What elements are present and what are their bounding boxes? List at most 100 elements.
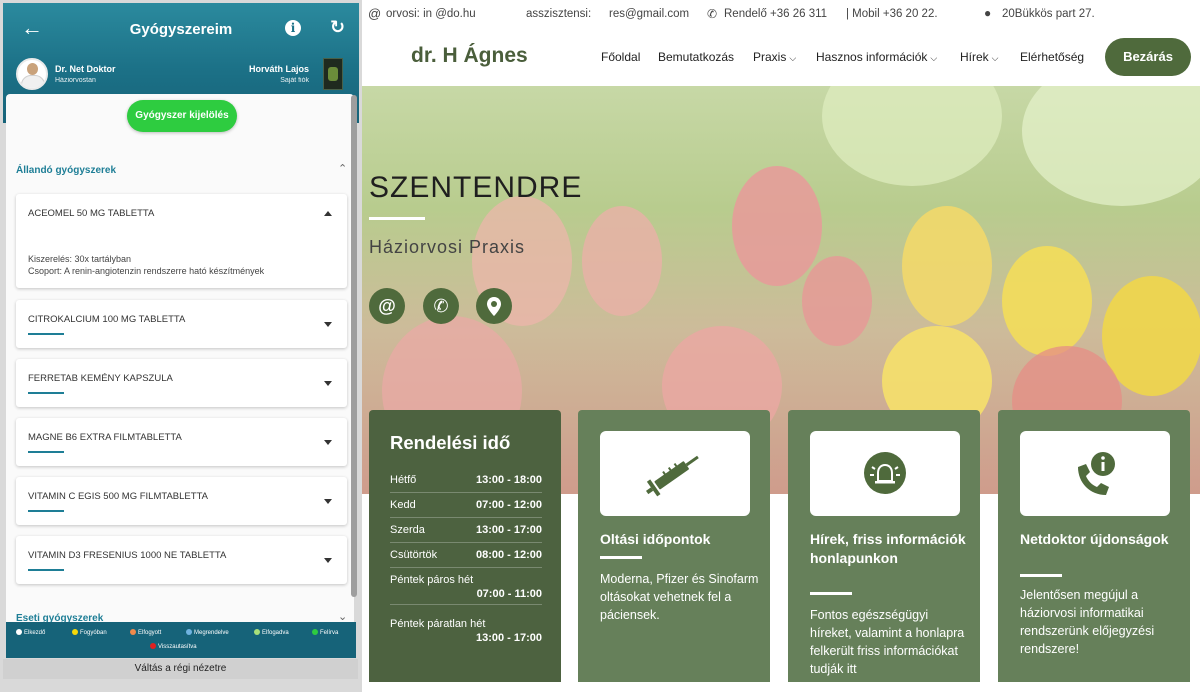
tulip-decoration <box>802 256 872 346</box>
medication-name: CITROKALCIUM 100 MG TABLETTA <box>28 314 186 325</box>
phone-icon: ✆ <box>707 7 718 21</box>
syringe-icon <box>646 455 699 497</box>
legend-item: Elfogadva <box>254 629 289 636</box>
location-pin-icon[interactable] <box>476 288 512 324</box>
vaccination-card[interactable]: Oltási időpontok Moderna, Pfizer és Sino… <box>578 410 770 682</box>
status-dot <box>150 643 156 649</box>
medication-card[interactable]: CITROKALCIUM 100 MG TABLETTA <box>16 300 347 348</box>
caret-down-icon[interactable] <box>324 499 332 504</box>
at-icon[interactable]: @ <box>369 288 405 324</box>
select-medication-button[interactable]: Gyógyszer kijelölés <box>127 100 237 132</box>
location-pin-icon: ● <box>984 6 992 20</box>
phone-icon[interactable]: ✆ <box>423 288 459 324</box>
switch-old-view-link[interactable]: Váltás a régi nézetre <box>3 659 358 679</box>
status-legend: Elkezdő Fogyóban Elfogyott Megrendelve E… <box>6 622 356 658</box>
nav-item-news[interactable]: Hírek ⌵ <box>960 50 999 64</box>
medication-app-panel: ← Gyógyszereim i ↻ Dr. Net Doktor Házior… <box>0 0 362 692</box>
status-dot <box>254 629 260 635</box>
hours-row: Hétfő 13:00 - 18:00 <box>390 468 542 493</box>
assistant-email[interactable]: res@gmail.com <box>609 8 689 20</box>
hours-row: Péntek páros hét 07:00 - 11:00 <box>390 568 542 605</box>
netdoktor-news-card[interactable]: Netdoktor újdonságok Jelentősen megújul … <box>998 410 1190 682</box>
medication-card[interactable]: VITAMIN C EGIS 500 MG FILMTABLETTA <box>16 477 347 525</box>
medication-card[interactable]: VITAMIN D3 FRESENIUS 1000 NE TABLETTA <box>16 536 347 584</box>
refresh-icon[interactable]: ↻ <box>330 17 345 38</box>
medication-name: FERRETAB KEMÉNY KAPSZULA <box>28 373 173 384</box>
medication-name: ACEOMEL 50 MG TABLETTA <box>28 208 155 219</box>
legend-item: Felírva <box>312 629 338 636</box>
hours-title: Rendelési idő <box>390 432 511 453</box>
clinic-website: @ orvosi: in @do.hu asszisztensi: res@gm… <box>362 0 1200 692</box>
close-button[interactable]: Bezárás <box>1105 38 1191 76</box>
address[interactable]: 20Bükkös part 27. <box>1002 8 1095 20</box>
doctor-role: Háziorvostan <box>55 77 96 84</box>
card-icon-box <box>1020 431 1170 516</box>
medication-underline <box>28 510 64 512</box>
hours-row: Szerda 13:00 - 17:00 <box>390 518 542 543</box>
bokeh-decoration <box>822 86 1002 186</box>
card-text: Fontos egészségügyi híreket, valamint a … <box>810 608 965 676</box>
medication-underline <box>28 392 64 394</box>
caret-down-icon[interactable] <box>324 440 332 445</box>
patient-role: Saját fiók <box>280 77 309 84</box>
nav-item-contact[interactable]: Elérhetőség <box>1020 50 1084 64</box>
patient-avatar[interactable] <box>323 58 343 90</box>
card-title: Hírek, friss információk honlapunkon <box>810 531 966 566</box>
assistant-label: asszisztensi: <box>526 8 592 20</box>
caret-down-icon[interactable] <box>324 381 332 386</box>
tulip-decoration <box>582 206 662 316</box>
card-divider <box>810 592 852 595</box>
patient-name: Horváth Lajos <box>248 64 309 74</box>
legend-item: Elkezdő <box>16 629 45 636</box>
medication-card[interactable]: FERRETAB KEMÉNY KAPSZULA <box>16 359 347 407</box>
office-phone[interactable]: Rendelő +36 26 311 <box>724 8 827 20</box>
card-icon-box <box>600 431 750 516</box>
chevron-up-icon[interactable]: ⌃ <box>338 162 347 175</box>
status-dot <box>16 629 22 635</box>
mobile-phone[interactable]: | Mobil +36 20 22. <box>846 8 938 20</box>
at-icon: @ <box>368 6 382 21</box>
status-dot <box>130 629 136 635</box>
contact-topbar: @ orvosi: in @do.hu asszisztensi: res@gm… <box>362 0 1200 30</box>
caret-up-icon[interactable] <box>324 211 332 216</box>
bokeh-decoration <box>1022 86 1200 206</box>
hero-title: SZENTENDRE <box>369 171 583 204</box>
status-dot <box>312 629 318 635</box>
card-divider <box>600 556 642 559</box>
nav-item-introduction[interactable]: Bemutatkozás <box>658 50 734 64</box>
status-dot <box>186 629 192 635</box>
card-title: Oltási időpontok <box>600 531 711 547</box>
tulip-decoration <box>732 166 822 286</box>
caret-down-icon[interactable] <box>324 322 332 327</box>
medication-list-container: Gyógyszer kijelölés Állandó gyógyszerek … <box>6 94 354 624</box>
caret-down-icon[interactable] <box>324 558 332 563</box>
chevron-down-icon: ⌵ <box>789 53 797 63</box>
site-logo[interactable]: dr. H Ágnes <box>411 44 528 68</box>
tulip-decoration <box>902 206 992 326</box>
hero-divider <box>369 217 425 220</box>
hero-subtitle: Háziorvosi Praxis <box>369 237 526 257</box>
info-icon[interactable]: i <box>285 20 301 36</box>
news-card[interactable]: Hírek, friss információk honlapunkon Fon… <box>788 410 980 682</box>
medication-underline <box>28 569 64 571</box>
nav-item-useful-info[interactable]: Hasznos információk ⌵ <box>816 50 937 64</box>
doctor-email[interactable]: orvosi: in @do.hu <box>386 8 476 20</box>
scrollbar[interactable] <box>351 95 357 597</box>
nav-item-home[interactable]: Főoldal <box>601 50 641 91</box>
legend-item: Elfogyott <box>130 629 161 636</box>
medication-card[interactable]: MAGNE B6 EXTRA FILMTABLETTA <box>16 418 347 466</box>
medication-underline <box>28 333 64 335</box>
medication-name: VITAMIN C EGIS 500 MG FILMTABLETTA <box>28 491 209 502</box>
section-permanent-medications[interactable]: Állandó gyógyszerek <box>16 165 116 176</box>
opening-hours-card: Rendelési idő Hétfő 13:00 - 18:00 Kedd 07:… <box>369 410 561 682</box>
main-navigation: dr. H Ágnes Főoldal Bemutatkozás Praxis ⌵… <box>362 30 1200 91</box>
chevron-down-icon: ⌵ <box>991 53 999 63</box>
medication-card[interactable]: ACEOMEL 50 MG TABLETTA Kiszerelés: 30x t… <box>16 194 347 288</box>
medication-name: MAGNE B6 EXTRA FILMTABLETTA <box>28 432 182 443</box>
medication-group: Csoport: A renin-angiotenzin rendszerre … <box>28 266 265 276</box>
card-divider <box>1020 574 1062 577</box>
hours-row: Péntek páratlan hét 13:00 - 17:00 <box>390 618 542 644</box>
card-text: Moderna, Pfizer és Sinofarm oltásokat ve… <box>600 572 759 622</box>
medication-packaging: Kiszerelés: 30x tartályban <box>28 254 132 264</box>
nav-item-practice[interactable]: Praxis ⌵ <box>753 50 796 64</box>
